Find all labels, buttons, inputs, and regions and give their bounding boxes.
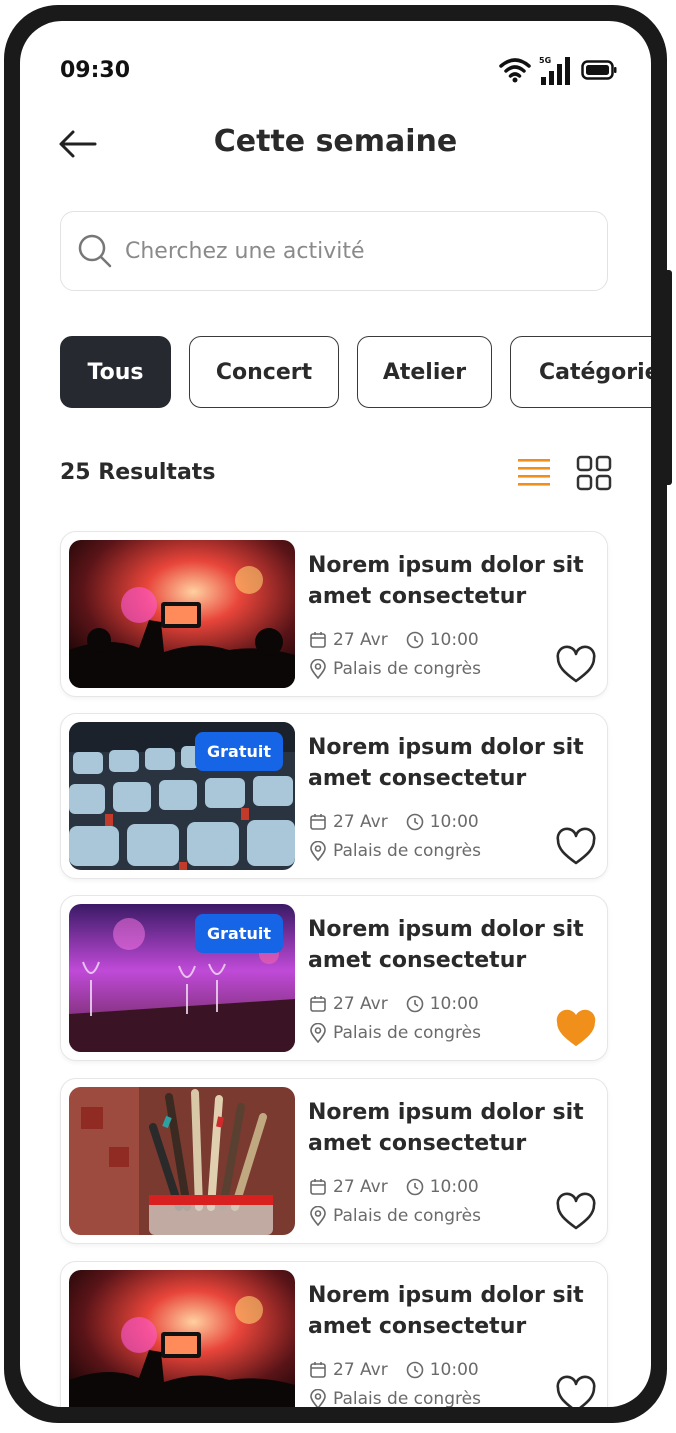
event-date: 27 Avr xyxy=(333,1177,388,1197)
filter-chip-concert[interactable]: Concert xyxy=(189,336,339,408)
filter-chip-categorie[interactable]: Catégorie xyxy=(510,336,651,408)
status-time: 09:30 xyxy=(60,58,131,83)
event-location-row: Palais de congrès xyxy=(309,659,481,679)
event-date-time: 27 Avr 10:00 xyxy=(309,812,479,832)
favorite-button-active[interactable] xyxy=(555,1009,597,1049)
wifi-icon xyxy=(499,58,531,83)
event-image-concert xyxy=(69,540,295,688)
clock-icon xyxy=(406,995,424,1013)
free-badge: Gratuit xyxy=(195,732,283,771)
calendar-icon xyxy=(310,996,326,1012)
event-time: 10:00 xyxy=(429,1360,479,1380)
event-time: 10:00 xyxy=(429,630,479,650)
event-card[interactable]: Gratuit Norem ipsum dolor sit amet conse… xyxy=(60,895,608,1061)
calendar-icon xyxy=(310,632,326,648)
event-date: 27 Avr xyxy=(333,1360,388,1380)
event-date-time: 27 Avr 10:00 xyxy=(309,630,479,650)
heart-filled-icon xyxy=(556,1009,596,1046)
favorite-button[interactable] xyxy=(555,1192,597,1232)
clock-icon xyxy=(406,1178,424,1196)
event-time: 10:00 xyxy=(429,812,479,832)
event-card[interactable]: Gratuit Norem ipsum dolor sit amet conse… xyxy=(60,713,608,879)
results-count: 25 Resultats xyxy=(60,460,216,485)
event-time: 10:00 xyxy=(429,994,479,1014)
event-time: 10:00 xyxy=(429,1177,479,1197)
event-title: Norem ipsum dolor sit amet consectetur xyxy=(308,917,584,973)
event-date-time: 27 Avr 10:00 xyxy=(309,1177,479,1197)
event-location-row: Palais de congrès xyxy=(309,1389,481,1407)
event-date: 27 Avr xyxy=(333,630,388,650)
phone-frame: 09:30 5G Cette semaine Cherchez une acti… xyxy=(4,5,667,1423)
event-title: Norem ipsum dolor sit amet consectetur xyxy=(308,553,584,609)
event-date: 27 Avr xyxy=(333,994,388,1014)
page-title: Cette semaine xyxy=(213,124,458,159)
grid-view-toggle[interactable] xyxy=(576,455,612,491)
event-image-seats: Gratuit xyxy=(69,722,295,870)
signal-5g-icon: 5G xyxy=(539,56,570,85)
search-bar[interactable] xyxy=(60,211,608,291)
calendar-icon xyxy=(310,1179,326,1195)
event-date-time: 27 Avr 10:00 xyxy=(309,1360,479,1380)
event-location-row: Palais de congrès xyxy=(309,1206,481,1226)
heart-outline-icon xyxy=(556,827,596,865)
calendar-icon xyxy=(310,814,326,830)
event-card[interactable]: Norem ipsum dolor sit amet consectetur 2… xyxy=(60,1078,608,1244)
list-view-toggle[interactable] xyxy=(516,455,552,491)
filter-chips: Tous Concert Atelier Catégorie xyxy=(60,336,651,410)
favorite-button[interactable] xyxy=(555,827,597,867)
event-image-brushes xyxy=(69,1087,295,1235)
event-title: Norem ipsum dolor sit amet consectetur xyxy=(308,1100,584,1156)
search-icon xyxy=(78,234,112,268)
event-location: Palais de congrès xyxy=(333,841,481,861)
battery-icon xyxy=(581,60,617,80)
location-pin-icon xyxy=(310,1389,326,1407)
clock-icon xyxy=(406,1361,424,1379)
favorite-button[interactable] xyxy=(555,645,597,685)
clock-icon xyxy=(406,813,424,831)
location-pin-icon xyxy=(310,659,326,679)
event-date: 27 Avr xyxy=(333,812,388,832)
heart-outline-icon xyxy=(556,1192,596,1230)
event-location: Palais de congrès xyxy=(333,1389,481,1407)
event-image-banquet: Gratuit xyxy=(69,904,295,1052)
location-pin-icon xyxy=(310,1023,326,1043)
location-pin-icon xyxy=(310,841,326,861)
event-card[interactable]: Norem ipsum dolor sit amet consectetur 2… xyxy=(60,531,608,697)
event-location: Palais de congrès xyxy=(333,1206,481,1226)
grid-view-icon xyxy=(576,455,612,491)
event-title: Norem ipsum dolor sit amet consectetur xyxy=(308,1283,584,1339)
status-icons: 5G xyxy=(499,55,617,85)
list-view-icon xyxy=(518,459,550,486)
heart-outline-icon xyxy=(556,1375,596,1407)
free-badge: Gratuit xyxy=(195,914,283,953)
search-input[interactable] xyxy=(123,237,567,265)
event-image-concert xyxy=(69,1270,295,1407)
screen: 09:30 5G Cette semaine Cherchez une acti… xyxy=(20,21,651,1407)
clock-icon xyxy=(406,631,424,649)
network-label: 5G xyxy=(539,56,551,65)
event-location-row: Palais de congrès xyxy=(309,841,481,861)
event-location: Palais de congrès xyxy=(333,1023,481,1043)
location-pin-icon xyxy=(310,1206,326,1226)
header: Cette semaine xyxy=(20,116,651,172)
event-card[interactable]: Norem ipsum dolor sit amet consectetur 2… xyxy=(60,1261,608,1407)
calendar-icon xyxy=(310,1362,326,1378)
favorite-button[interactable] xyxy=(555,1375,597,1407)
event-location: Palais de congrès xyxy=(333,659,481,679)
results-row: 25 Resultats xyxy=(60,455,621,505)
event-location-row: Palais de congrès xyxy=(309,1023,481,1043)
filter-chip-atelier[interactable]: Atelier xyxy=(357,336,492,408)
phone-side-button xyxy=(667,270,672,485)
filter-chip-tous[interactable]: Tous xyxy=(60,336,171,408)
heart-outline-icon xyxy=(556,645,596,683)
event-date-time: 27 Avr 10:00 xyxy=(309,994,479,1014)
event-title: Norem ipsum dolor sit amet consectetur xyxy=(308,735,584,791)
